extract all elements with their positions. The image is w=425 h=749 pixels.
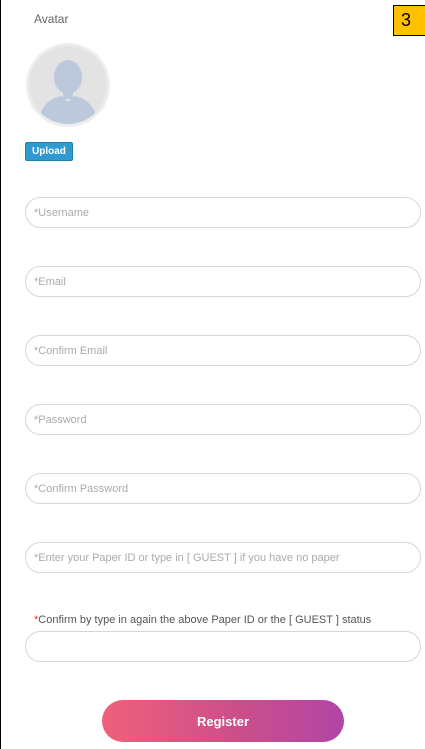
avatar-label: Avatar <box>34 12 69 26</box>
confirm-paper-id-label-text: Confirm by type in again the above Paper… <box>38 614 372 626</box>
upload-button[interactable]: Upload <box>25 142 73 161</box>
confirm-email-input[interactable] <box>25 335 421 366</box>
register-button[interactable]: Register <box>102 700 344 742</box>
user-silhouette-icon <box>29 46 107 124</box>
confirm-password-input[interactable] <box>25 473 421 504</box>
avatar-image <box>26 43 110 127</box>
confirm-paper-id-input[interactable] <box>25 631 421 662</box>
confirm-paper-id-label: *Confirm by type in again the above Pape… <box>34 614 371 626</box>
password-input[interactable] <box>25 404 421 435</box>
step-badge: 3 <box>393 5 425 36</box>
username-input[interactable] <box>25 197 421 228</box>
email-input[interactable] <box>25 266 421 297</box>
paper-id-input[interactable] <box>25 542 421 573</box>
registration-form: Avatar 3 Upload *Confirm by type in agai… <box>0 0 425 749</box>
